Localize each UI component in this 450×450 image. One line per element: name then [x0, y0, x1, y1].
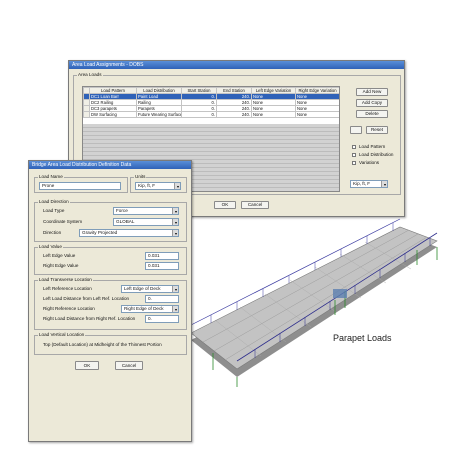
coordinate-system-select[interactable]: GLOBAL: [113, 218, 179, 226]
vertical-location-text: Top (Default Location) at Midheight of t…: [43, 342, 162, 347]
load-direction-group: Load Direction Load Type Force Coordinat…: [34, 199, 187, 242]
parapet-loads-caption: Parapet Loads: [333, 333, 392, 343]
units-select[interactable]: Kip, ft, F: [350, 180, 388, 188]
delete-button[interactable]: Delete: [356, 110, 388, 118]
right-distance-input[interactable]: 0.: [145, 315, 179, 323]
table-cell[interactable]: 0.: [181, 111, 217, 118]
distribution-definition-window: Bridge Area Load Distribution Definition…: [28, 160, 192, 442]
table-cell[interactable]: Future Wearing Surface: [136, 111, 182, 118]
chevron-down-icon: [172, 208, 178, 214]
left-reference-select[interactable]: Left Edge of Deck: [121, 285, 179, 293]
table-cell[interactable]: DW Surfacing: [89, 111, 137, 118]
cancel-button[interactable]: Cancel: [115, 361, 143, 370]
window-title: Area Load Assignments - DOBS: [69, 61, 404, 69]
ok-button[interactable]: OK: [75, 361, 99, 370]
area-loads-group-title: Area Loads: [77, 72, 103, 78]
reset-button[interactable]: Reset: [366, 126, 388, 134]
column-header[interactable]: Load Distribution: [136, 87, 182, 94]
left-distance-input[interactable]: 0.: [145, 295, 179, 303]
add-copy-button[interactable]: Add Copy: [356, 99, 388, 107]
table-cell[interactable]: None: [295, 111, 339, 118]
right-reference-select[interactable]: Right Edge of Deck: [121, 305, 179, 313]
move-button[interactable]: [350, 126, 362, 134]
units-select-value: Kip, ft, F: [353, 181, 371, 186]
chevron-down-icon: [174, 183, 180, 189]
load-type-select[interactable]: Force: [113, 207, 179, 215]
direction-select[interactable]: Gravity Projected: [79, 229, 179, 237]
dialog-title: Bridge Area Load Distribution Definition…: [29, 161, 191, 169]
load-pattern-check-label: Load Pattern: [359, 144, 386, 149]
load-value-group: Load Value Left Edge Value 0.031 Right E…: [34, 244, 187, 275]
table-cell[interactable]: 240.: [216, 111, 252, 118]
transverse-location-group: Load Transverse Location Left Reference …: [34, 277, 187, 330]
bridge-deck: [190, 226, 438, 370]
chevron-down-icon: [172, 230, 178, 236]
load-name-input[interactable]: Prone: [39, 182, 121, 190]
column-header[interactable]: Left Edge Variation: [251, 87, 296, 94]
right-edge-value-input[interactable]: 0.031: [145, 262, 179, 270]
chevron-down-icon: [172, 286, 178, 292]
load-distribution-check-label: Load Distribution: [359, 152, 394, 157]
variations-checkbox[interactable]: [352, 161, 356, 165]
chevron-down-icon: [172, 219, 178, 225]
table-cell[interactable]: None: [251, 111, 296, 118]
table-row[interactable]: DW Surfacing Future Wearing Surface 0. 2…: [83, 111, 339, 118]
left-edge-value-input[interactable]: 0.031: [145, 252, 179, 260]
bridge-model-view: Parapet Loads: [190, 218, 438, 387]
column-header[interactable]: Right Edge Variation: [295, 87, 339, 94]
variations-check-label: Variations: [359, 160, 380, 165]
load-distribution-checkbox[interactable]: [352, 153, 356, 157]
add-new-button[interactable]: Add New: [356, 88, 388, 96]
units-group: Units Kip, ft, F: [130, 174, 187, 193]
load-name-group: Load Name Prone: [34, 174, 128, 193]
units-select[interactable]: Kip, ft, F: [135, 182, 181, 190]
load-table-grid: Load Pattern Load Distribution Start Sta…: [83, 87, 339, 118]
chevron-down-icon: [172, 306, 178, 312]
load-pattern-checkbox[interactable]: [352, 145, 356, 149]
vertical-location-group: Load Vertical Location Top (Default Loca…: [34, 332, 187, 355]
chevron-down-icon: [381, 181, 387, 187]
